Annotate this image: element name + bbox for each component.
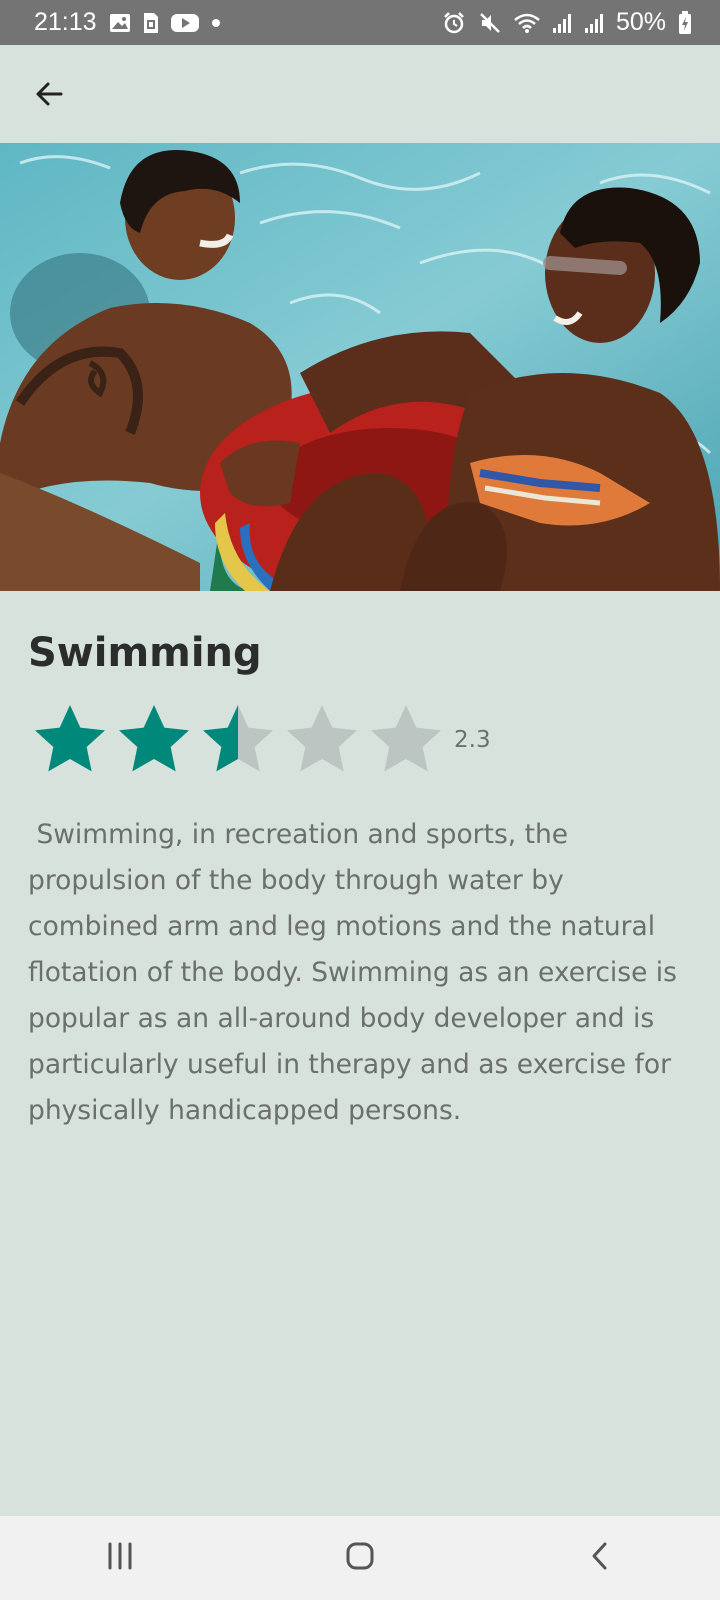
app-bar [0, 45, 720, 143]
dot-icon [211, 18, 221, 28]
status-bar: 21:13 50% [0, 0, 720, 45]
back-button[interactable] [22, 69, 76, 123]
status-left: 21:13 [34, 8, 221, 37]
back-icon [590, 1541, 610, 1575]
rating-bar: 2.3 [30, 700, 491, 780]
star-icon [287, 705, 357, 772]
activity-title: Swimming [28, 630, 262, 676]
battery-percent: 50% [615, 8, 666, 36]
swimming-photo-illustration [0, 143, 720, 591]
star-icon [119, 705, 189, 772]
gallery-icon [109, 13, 131, 33]
status-right: 50% [442, 8, 692, 37]
sim-icon [143, 12, 159, 34]
alarm-icon [442, 11, 466, 35]
recents-icon [105, 1542, 135, 1574]
home-icon [345, 1541, 375, 1575]
recents-button[interactable] [80, 1528, 160, 1588]
signal-icon [584, 12, 604, 34]
wifi-icon [514, 12, 540, 34]
clock: 21:13 [34, 8, 97, 36]
battery-icon [678, 10, 692, 35]
home-button[interactable] [320, 1528, 400, 1588]
star-icon [35, 705, 105, 772]
nav-back-button[interactable] [560, 1528, 640, 1588]
star-icon [203, 705, 273, 772]
star-icon [371, 705, 441, 772]
rating-value: 2.3 [454, 727, 491, 753]
youtube-icon [170, 13, 199, 33]
system-nav-bar [0, 1516, 720, 1600]
activity-description: Swimming, in recreation and sports, the … [28, 819, 686, 1126]
signal-icon [552, 12, 572, 34]
activity-photo [0, 143, 720, 591]
mute-icon [478, 11, 502, 35]
arrow-left-icon [33, 78, 65, 114]
